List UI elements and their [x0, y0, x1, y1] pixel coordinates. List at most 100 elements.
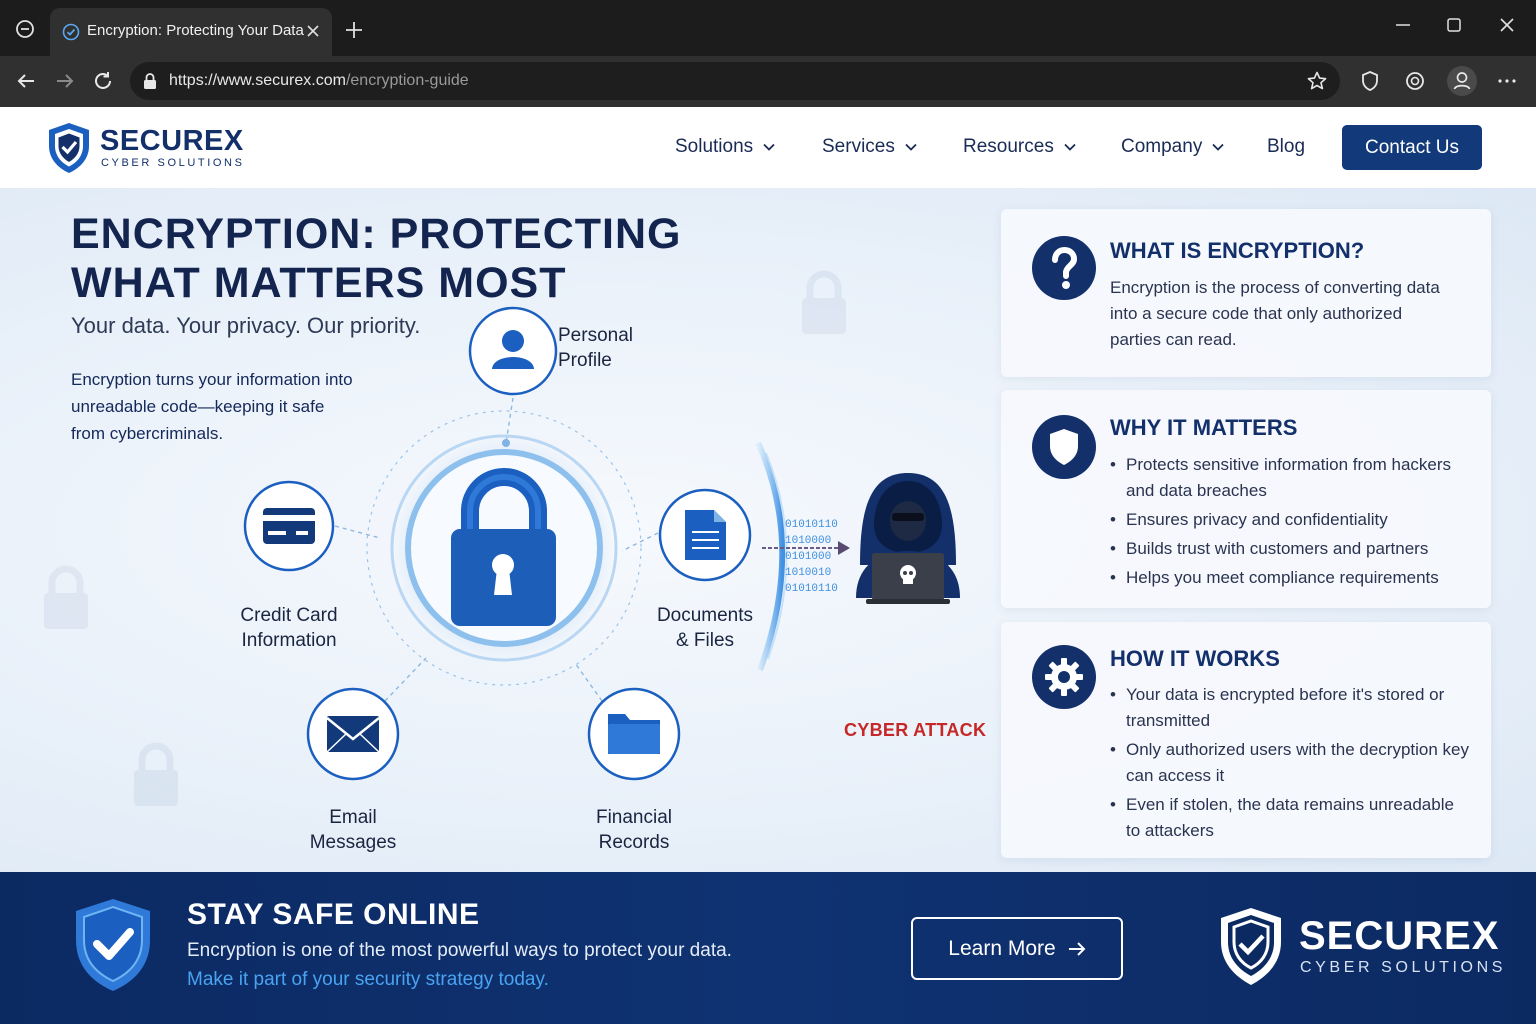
minimize-window-icon[interactable]	[1390, 14, 1416, 36]
card-how-title: HOW IT WORKS	[1110, 646, 1280, 671]
ring-node-dot	[502, 439, 510, 447]
chevron-down-icon	[1064, 143, 1076, 151]
nav-services[interactable]: Services	[822, 136, 917, 158]
nav-services-label: Services	[822, 136, 895, 157]
close-tab-icon[interactable]	[304, 22, 322, 40]
encryption-diagram: 01010110 1010000 0101000 1010010 0101011…	[230, 303, 990, 863]
learn-more-label: Learn More	[948, 936, 1056, 960]
bookmark-star-icon[interactable]	[1306, 70, 1328, 92]
background-lock-icon	[44, 565, 88, 629]
card-how-it-works: HOW IT WORKS Your data is encrypted befo…	[1001, 622, 1491, 858]
hacker-icon	[856, 473, 960, 604]
binary-line: 01010110	[785, 519, 838, 531]
chevron-down-icon	[905, 143, 917, 151]
arrow-right-icon	[1068, 941, 1086, 956]
card-why-list: Protects sensitive information from hack…	[1110, 452, 1470, 594]
close-window-icon[interactable]	[1496, 14, 1518, 36]
list-item: Your data is encrypted before it's store…	[1110, 682, 1470, 734]
list-item: Helps you meet compliance requirements	[1110, 565, 1470, 591]
profile-avatar[interactable]	[1447, 66, 1477, 96]
card-how-list: Your data is encrypted before it's store…	[1110, 682, 1470, 847]
card-what-is-encryption: WHAT IS ENCRYPTION? Encryption is the pr…	[1001, 209, 1491, 377]
shield-check-icon	[76, 899, 150, 991]
list-item: Builds trust with customers and partners	[1110, 536, 1470, 562]
hero-section: ENCRYPTION: PROTECTING WHAT MATTERS MOST…	[0, 188, 1536, 872]
url-path: /encryption-guide	[345, 72, 469, 89]
securex-shield-logo-icon[interactable]	[46, 121, 92, 175]
binary-line: 0101000	[785, 551, 831, 563]
banner-text: Encryption is one of the most powerful w…	[187, 940, 732, 961]
nav-solutions[interactable]: Solutions	[675, 136, 775, 158]
node-label-email: Email Messages	[309, 807, 397, 853]
cyber-attack-label: CYBER ATTACK	[844, 720, 987, 740]
browser-tab-active[interactable]: Encryption: Protecting Your Data	[50, 8, 332, 56]
diagram-graphics: 01010110 1010000 0101000 1010010 0101011…	[243, 306, 960, 781]
forward-arrow-icon[interactable]	[53, 69, 77, 93]
maximize-window-icon[interactable]	[1443, 14, 1465, 36]
node-financial-circle	[587, 687, 681, 781]
browser-tab-strip: Encryption: Protecting Your Data	[0, 0, 1536, 56]
protection-shield-arc	[755, 441, 786, 672]
gear-icon	[1032, 645, 1096, 709]
site-header: SECUREX CYBER SOLUTIONS Solutions Servic…	[0, 107, 1536, 188]
binary-stream: 01010110 1010000 0101000 1010010 0101011…	[785, 519, 838, 595]
card-why-title: WHY IT MATTERS	[1110, 415, 1298, 440]
tab-title: Encryption: Protecting Your Data	[87, 22, 304, 39]
stay-safe-banner: STAY SAFE ONLINE Encryption is one of th…	[0, 872, 1536, 1024]
banner-brand-name: SECUREX	[1299, 914, 1500, 958]
node-personal-profile-circle	[468, 306, 558, 396]
brand-name[interactable]: SECUREX	[100, 125, 244, 158]
card-what-text: Encryption is the process of converting …	[1110, 278, 1440, 349]
nav-blog[interactable]: Blog	[1267, 136, 1305, 158]
nav-blog-label: Blog	[1267, 136, 1306, 157]
chevron-down-icon	[1212, 143, 1224, 151]
learn-more-button[interactable]: Learn More	[911, 917, 1123, 980]
nav-company-label: Company	[1121, 136, 1203, 157]
padlock-icon[interactable]	[142, 72, 158, 90]
url-host: https://www.securex.com	[169, 72, 346, 89]
card-why-it-matters: WHY IT MATTERS Protects sensitive inform…	[1001, 390, 1491, 608]
url-text[interactable]: https://www.securex.com/encryption-guide	[169, 72, 469, 90]
node-label-credit-card: Credit Card Information	[240, 605, 338, 651]
banner-call-to-action-text: Make it part of your security strategy t…	[187, 969, 549, 990]
node-label-personal-profile: Personal Profile	[558, 325, 633, 371]
chevron-down-icon	[763, 143, 775, 151]
nav-company[interactable]: Company	[1121, 136, 1224, 158]
list-item: Even if stolen, the data remains unreada…	[1110, 792, 1470, 844]
list-item: Only authorized users with the decryptio…	[1110, 737, 1470, 789]
nav-resources-label: Resources	[963, 136, 1054, 157]
node-credit-card-circle	[243, 480, 335, 572]
banner-brand-tagline: CYBER SOLUTIONS	[1300, 959, 1507, 976]
card-what-title: WHAT IS ENCRYPTION?	[1110, 238, 1365, 263]
binary-line: 1010010	[785, 567, 831, 579]
back-arrow-icon[interactable]	[14, 69, 38, 93]
shield-icon	[1032, 415, 1096, 479]
tab-actions-icon[interactable]	[14, 18, 36, 40]
person-icon	[1453, 72, 1471, 90]
browser-toolbar: https://www.securex.com/encryption-guide	[0, 56, 1536, 107]
binary-line: 1010000	[785, 535, 831, 547]
hero-title: ENCRYPTION: PROTECTING WHAT MATTERS MOST	[71, 210, 682, 307]
new-tab-plus-icon[interactable]	[344, 20, 364, 40]
nav-solutions-label: Solutions	[675, 136, 754, 157]
shield-extension-icon[interactable]	[1358, 69, 1382, 93]
binary-line: 01010110	[785, 583, 838, 595]
attack-arrow-head	[838, 541, 850, 555]
node-label-documents: Documents & Files	[656, 605, 754, 651]
securex-shield-logo-icon[interactable]	[1218, 906, 1284, 988]
extensions-icon[interactable]	[1403, 69, 1427, 93]
more-menu-icon[interactable]	[1495, 69, 1519, 93]
shield-check-favicon-icon	[62, 23, 80, 41]
address-bar[interactable]: https://www.securex.com/encryption-guide	[130, 62, 1340, 100]
list-item: Protects sensitive information from hack…	[1110, 452, 1470, 504]
contact-us-button[interactable]: Contact Us	[1342, 125, 1482, 170]
background-lock-icon	[134, 742, 178, 806]
brand-tagline: CYBER SOLUTIONS	[101, 157, 245, 169]
nav-resources[interactable]: Resources	[963, 136, 1076, 158]
reload-icon[interactable]	[91, 69, 115, 93]
node-email-circle	[306, 687, 400, 781]
node-documents-circle	[658, 488, 752, 582]
banner-title: STAY SAFE ONLINE	[187, 898, 480, 931]
node-label-financial: Financial Records	[595, 807, 673, 853]
list-item: Ensures privacy and confidentiality	[1110, 507, 1470, 533]
